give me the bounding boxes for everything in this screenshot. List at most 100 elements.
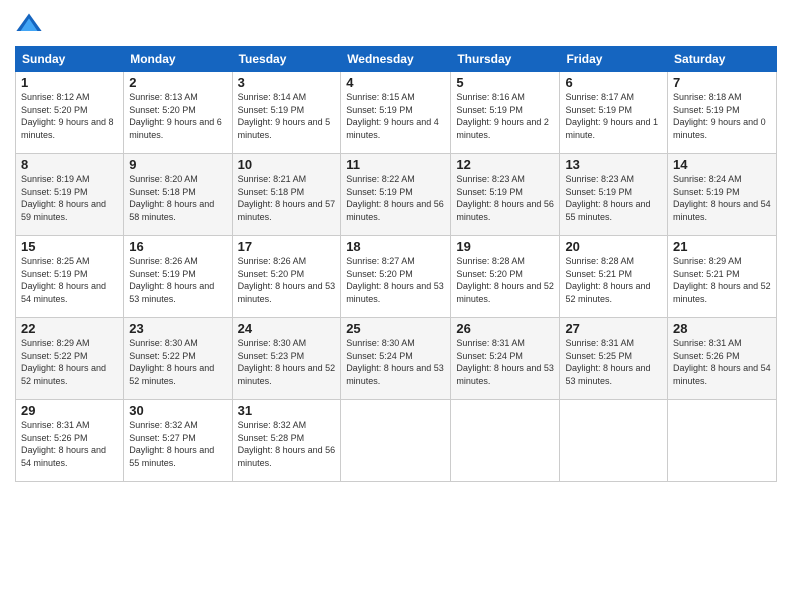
day-number: 22 [21,321,118,336]
sunrise-label: Sunrise: 8:20 AM [129,174,198,184]
day-number: 20 [565,239,662,254]
sunrise-label: Sunrise: 8:23 AM [565,174,634,184]
sunset-label: Sunset: 5:19 PM [238,105,305,115]
day-number: 8 [21,157,118,172]
col-header-friday: Friday [560,47,668,72]
daylight-label: Daylight: 8 hours and 56 minutes. [456,199,554,222]
day-number: 26 [456,321,554,336]
week-row-2: 8 Sunrise: 8:19 AM Sunset: 5:19 PM Dayli… [16,154,777,236]
day-number: 14 [673,157,771,172]
sunset-label: Sunset: 5:22 PM [129,351,196,361]
day-number: 9 [129,157,226,172]
sunset-label: Sunset: 5:24 PM [346,351,413,361]
day-info: Sunrise: 8:23 AM Sunset: 5:19 PM Dayligh… [456,173,554,223]
daylight-label: Daylight: 8 hours and 52 minutes. [673,281,771,304]
day-cell: 12 Sunrise: 8:23 AM Sunset: 5:19 PM Dayl… [451,154,560,236]
day-cell: 3 Sunrise: 8:14 AM Sunset: 5:19 PM Dayli… [232,72,341,154]
daylight-label: Daylight: 8 hours and 53 minutes. [129,281,214,304]
daylight-label: Daylight: 8 hours and 53 minutes. [346,281,444,304]
sunset-label: Sunset: 5:23 PM [238,351,305,361]
day-cell: 1 Sunrise: 8:12 AM Sunset: 5:20 PM Dayli… [16,72,124,154]
day-number: 11 [346,157,445,172]
day-info: Sunrise: 8:24 AM Sunset: 5:19 PM Dayligh… [673,173,771,223]
day-info: Sunrise: 8:20 AM Sunset: 5:18 PM Dayligh… [129,173,226,223]
day-number: 29 [21,403,118,418]
daylight-label: Daylight: 9 hours and 8 minutes. [21,117,114,140]
sunrise-label: Sunrise: 8:19 AM [21,174,90,184]
sunset-label: Sunset: 5:18 PM [238,187,305,197]
sunrise-label: Sunrise: 8:32 AM [129,420,198,430]
day-cell: 24 Sunrise: 8:30 AM Sunset: 5:23 PM Dayl… [232,318,341,400]
day-number: 25 [346,321,445,336]
day-cell: 8 Sunrise: 8:19 AM Sunset: 5:19 PM Dayli… [16,154,124,236]
sunrise-label: Sunrise: 8:21 AM [238,174,307,184]
sunrise-label: Sunrise: 8:32 AM [238,420,307,430]
sunrise-label: Sunrise: 8:13 AM [129,92,198,102]
day-info: Sunrise: 8:30 AM Sunset: 5:22 PM Dayligh… [129,337,226,387]
day-number: 12 [456,157,554,172]
sunset-label: Sunset: 5:19 PM [21,269,88,279]
day-cell: 25 Sunrise: 8:30 AM Sunset: 5:24 PM Dayl… [341,318,451,400]
sunset-label: Sunset: 5:21 PM [673,269,740,279]
sunrise-label: Sunrise: 8:16 AM [456,92,525,102]
sunset-label: Sunset: 5:20 PM [238,269,305,279]
day-cell [451,400,560,482]
sunset-label: Sunset: 5:22 PM [21,351,88,361]
day-number: 18 [346,239,445,254]
daylight-label: Daylight: 9 hours and 1 minute. [565,117,658,140]
day-info: Sunrise: 8:27 AM Sunset: 5:20 PM Dayligh… [346,255,445,305]
sunset-label: Sunset: 5:25 PM [565,351,632,361]
daylight-label: Daylight: 8 hours and 52 minutes. [129,363,214,386]
daylight-label: Daylight: 8 hours and 58 minutes. [129,199,214,222]
daylight-label: Daylight: 8 hours and 55 minutes. [129,445,214,468]
day-cell: 21 Sunrise: 8:29 AM Sunset: 5:21 PM Dayl… [668,236,777,318]
daylight-label: Daylight: 9 hours and 6 minutes. [129,117,222,140]
sunset-label: Sunset: 5:26 PM [673,351,740,361]
day-info: Sunrise: 8:31 AM Sunset: 5:24 PM Dayligh… [456,337,554,387]
day-cell: 18 Sunrise: 8:27 AM Sunset: 5:20 PM Dayl… [341,236,451,318]
day-info: Sunrise: 8:30 AM Sunset: 5:24 PM Dayligh… [346,337,445,387]
sunrise-label: Sunrise: 8:23 AM [456,174,525,184]
daylight-label: Daylight: 8 hours and 56 minutes. [238,445,336,468]
sunrise-label: Sunrise: 8:24 AM [673,174,742,184]
day-cell: 31 Sunrise: 8:32 AM Sunset: 5:28 PM Dayl… [232,400,341,482]
sunrise-label: Sunrise: 8:26 AM [238,256,307,266]
sunset-label: Sunset: 5:19 PM [21,187,88,197]
sunset-label: Sunset: 5:19 PM [565,105,632,115]
day-info: Sunrise: 8:13 AM Sunset: 5:20 PM Dayligh… [129,91,226,141]
sunrise-label: Sunrise: 8:30 AM [346,338,415,348]
day-cell: 29 Sunrise: 8:31 AM Sunset: 5:26 PM Dayl… [16,400,124,482]
day-cell: 2 Sunrise: 8:13 AM Sunset: 5:20 PM Dayli… [124,72,232,154]
week-row-1: 1 Sunrise: 8:12 AM Sunset: 5:20 PM Dayli… [16,72,777,154]
day-cell: 11 Sunrise: 8:22 AM Sunset: 5:19 PM Dayl… [341,154,451,236]
sunset-label: Sunset: 5:19 PM [456,105,523,115]
day-info: Sunrise: 8:21 AM Sunset: 5:18 PM Dayligh… [238,173,336,223]
day-info: Sunrise: 8:16 AM Sunset: 5:19 PM Dayligh… [456,91,554,141]
sunset-label: Sunset: 5:19 PM [346,187,413,197]
day-info: Sunrise: 8:29 AM Sunset: 5:21 PM Dayligh… [673,255,771,305]
day-number: 23 [129,321,226,336]
sunset-label: Sunset: 5:20 PM [456,269,523,279]
sunrise-label: Sunrise: 8:27 AM [346,256,415,266]
calendar: SundayMondayTuesdayWednesdayThursdayFrid… [15,46,777,482]
week-row-3: 15 Sunrise: 8:25 AM Sunset: 5:19 PM Dayl… [16,236,777,318]
daylight-label: Daylight: 8 hours and 53 minutes. [456,363,554,386]
day-info: Sunrise: 8:26 AM Sunset: 5:20 PM Dayligh… [238,255,336,305]
sunset-label: Sunset: 5:18 PM [129,187,196,197]
day-info: Sunrise: 8:15 AM Sunset: 5:19 PM Dayligh… [346,91,445,141]
sunrise-label: Sunrise: 8:31 AM [21,420,90,430]
header [15,10,777,38]
day-cell [341,400,451,482]
sunrise-label: Sunrise: 8:31 AM [456,338,525,348]
day-cell: 20 Sunrise: 8:28 AM Sunset: 5:21 PM Dayl… [560,236,668,318]
page: SundayMondayTuesdayWednesdayThursdayFrid… [0,0,792,612]
day-number: 2 [129,75,226,90]
day-number: 7 [673,75,771,90]
day-info: Sunrise: 8:29 AM Sunset: 5:22 PM Dayligh… [21,337,118,387]
day-number: 19 [456,239,554,254]
day-number: 24 [238,321,336,336]
day-cell: 30 Sunrise: 8:32 AM Sunset: 5:27 PM Dayl… [124,400,232,482]
daylight-label: Daylight: 8 hours and 55 minutes. [565,199,650,222]
sunrise-label: Sunrise: 8:30 AM [129,338,198,348]
daylight-label: Daylight: 8 hours and 54 minutes. [21,445,106,468]
